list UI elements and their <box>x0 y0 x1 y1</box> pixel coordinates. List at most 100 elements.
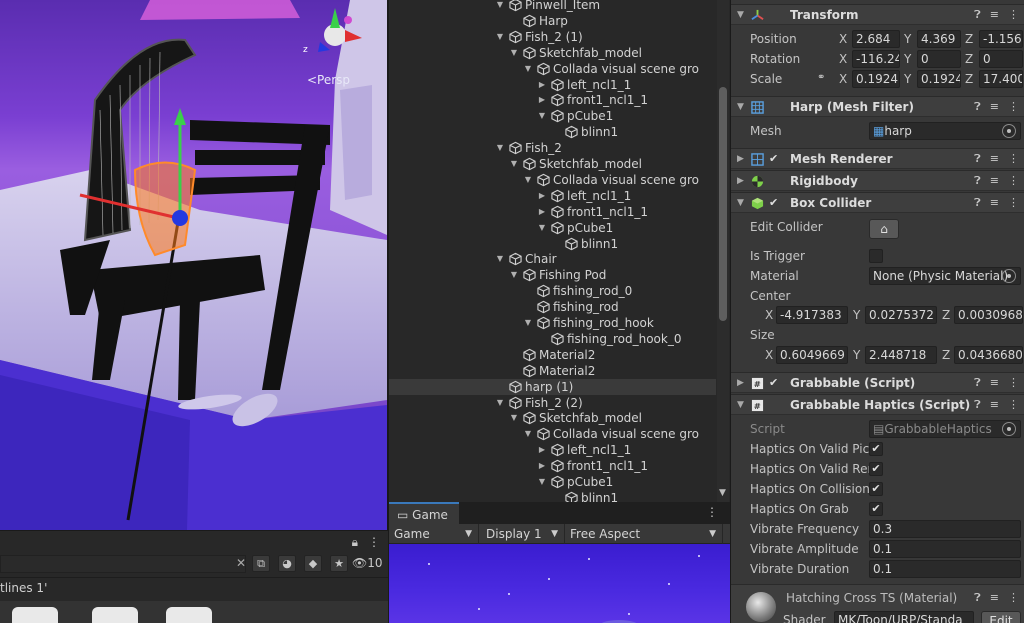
hierarchy-item[interactable]: ▼ Fishing Pod <box>389 267 716 283</box>
position-x-field[interactable]: 2.684 <box>852 30 900 48</box>
hierarchy-item[interactable]: ▼ Fish_2 (2) <box>389 395 716 411</box>
hierarchy-item[interactable]: blinn1 <box>389 490 716 502</box>
center-z-field[interactable]: 0.0030968 <box>954 306 1023 324</box>
mesh-renderer-header[interactable]: ▶ ✔ Mesh Renderer ❓︎ ≡ ⋮ <box>731 148 1024 169</box>
kebab-icon[interactable]: ⋮ <box>706 505 718 519</box>
size-y-field[interactable]: 2.448718 <box>865 346 937 364</box>
enabled-checkbox[interactable]: ✔ <box>769 197 782 210</box>
material-object-field[interactable]: None (Physic Material) <box>869 267 1021 285</box>
hierarchy-item[interactable]: ▼ Fish_2 <box>389 140 716 156</box>
mesh-object-field[interactable]: ▦harp <box>869 122 1021 140</box>
preset-icon[interactable]: ≡ <box>990 591 999 605</box>
expand-open-icon[interactable]: ▼ <box>495 29 505 45</box>
expand-open-icon[interactable]: ▼ <box>523 172 533 188</box>
foldout-icon[interactable]: ▼ <box>737 193 744 213</box>
edit-collider-button[interactable]: ⌂ <box>869 219 899 239</box>
aspect-dropdown[interactable]: Free Aspect ▼ <box>565 524 723 544</box>
preset-icon[interactable]: ≡ <box>990 97 999 117</box>
preset-icon[interactable]: ≡ <box>990 373 999 393</box>
project-search-input[interactable] <box>0 555 246 573</box>
kebab-icon[interactable]: ⋮ <box>1008 97 1019 117</box>
position-y-field[interactable]: 4.369 <box>917 30 961 48</box>
hierarchy-scrollbar-thumb[interactable] <box>719 87 727 321</box>
hierarchy-item[interactable]: blinn1 <box>389 236 716 252</box>
mesh-filter-header[interactable]: ▼ Harp (Mesh Filter) ❓︎ ≡ ⋮ <box>731 96 1024 117</box>
kebab-icon[interactable]: ⋮ <box>1008 5 1019 25</box>
help-icon[interactable]: ❓︎ <box>974 373 981 393</box>
close-icon[interactable]: ✕ <box>236 556 246 570</box>
foldout-icon[interactable]: ▶ <box>737 149 744 169</box>
expand-closed-icon[interactable]: ▶ <box>537 442 547 458</box>
favorite-icon[interactable]: ★ <box>330 555 348 572</box>
preset-icon[interactable]: ≡ <box>990 395 999 415</box>
rotation-y-field[interactable]: 0 <box>917 50 961 68</box>
expand-open-icon[interactable]: ▼ <box>495 251 505 267</box>
preset-icon[interactable]: ≡ <box>990 149 999 169</box>
breadcrumb[interactable]: tlines 1' <box>0 577 388 599</box>
expand-open-icon[interactable]: ▼ <box>537 108 547 124</box>
haptics-grab-checkbox[interactable]: ✔ <box>869 502 883 516</box>
preset-icon[interactable]: ≡ <box>990 193 999 213</box>
hierarchy-item[interactable]: ▼ Collada visual scene gro <box>389 426 716 442</box>
kebab-icon[interactable]: ⋮ <box>1008 591 1019 605</box>
haptics-valid-rem-checkbox[interactable]: ✔ <box>869 462 883 476</box>
kebab-icon[interactable]: ⋮ <box>1008 395 1019 415</box>
expand-closed-icon[interactable]: ▶ <box>537 458 547 474</box>
expand-open-icon[interactable]: ▼ <box>537 474 547 490</box>
lock-icon[interactable]: 🔒︎ <box>352 535 358 550</box>
size-x-field[interactable]: 0.6049669 <box>776 346 848 364</box>
hierarchy-item[interactable]: ▼ pCube1 <box>389 474 716 490</box>
expand-open-icon[interactable]: ▼ <box>523 315 533 331</box>
help-icon[interactable]: ❓︎ <box>974 149 981 169</box>
game-viewport[interactable] <box>389 544 731 623</box>
expand-open-icon[interactable]: ▼ <box>537 220 547 236</box>
rigidbody-header[interactable]: ▶ Rigidbody ❓︎ ≡ ⋮ <box>731 170 1024 191</box>
hierarchy-item[interactable]: ▼ Sketchfab_model <box>389 156 716 172</box>
center-y-field[interactable]: 0.0275372 <box>865 306 937 324</box>
scene-view[interactable]: z <Persp <box>0 0 387 530</box>
enabled-checkbox[interactable]: ✔ <box>769 153 782 166</box>
asset-thumbnail[interactable] <box>92 607 138 623</box>
hierarchy-item[interactable]: ▼ Chair <box>389 251 716 267</box>
vibrate-duration-field[interactable]: 0.1 <box>869 560 1021 578</box>
is-trigger-checkbox[interactable] <box>869 249 883 263</box>
camera-mode-label[interactable]: <Persp <box>307 73 350 87</box>
hierarchy-item[interactable]: ▶ left_ncl1_1 <box>389 188 716 204</box>
hierarchy-item[interactable]: fishing_rod_0 <box>389 283 716 299</box>
transform-header[interactable]: ▼ Transform ❓︎ ≡ ⋮ <box>731 4 1024 25</box>
expand-open-icon[interactable]: ▼ <box>495 140 505 156</box>
help-icon[interactable]: ❓︎ <box>974 591 981 605</box>
asset-thumbnail[interactable] <box>166 607 212 623</box>
hierarchy-item[interactable]: ▼ Collada visual scene gro <box>389 61 716 77</box>
hierarchy-item[interactable]: ▼ pCube1 <box>389 108 716 124</box>
expand-closed-icon[interactable]: ▶ <box>537 188 547 204</box>
hierarchy-item[interactable]: ▶ left_ncl1_1 <box>389 77 716 93</box>
scale-y-field[interactable]: 0.1924 <box>917 70 961 88</box>
hierarchy-item[interactable]: Material2 <box>389 363 716 379</box>
expand-open-icon[interactable]: ▼ <box>509 267 519 283</box>
foldout-icon[interactable]: ▼ <box>737 97 744 117</box>
hierarchy-item[interactable]: fishing_rod <box>389 299 716 315</box>
center-x-field[interactable]: -4.917383 <box>776 306 848 324</box>
game-mode-dropdown[interactable]: Game ▼ <box>389 524 479 544</box>
kebab-icon[interactable]: ⋮ <box>1008 171 1019 191</box>
object-picker-icon[interactable] <box>1002 269 1016 283</box>
expand-closed-icon[interactable]: ▶ <box>537 204 547 220</box>
link-icon[interactable]: ⚭ <box>817 72 825 83</box>
hierarchy-item[interactable]: ▶ front1_ncl1_1 <box>389 204 716 220</box>
expand-closed-icon[interactable]: ▶ <box>537 92 547 108</box>
hierarchy-item[interactable]: ▼ fishing_rod_hook <box>389 315 716 331</box>
haptics-valid-pick-checkbox[interactable]: ✔ <box>869 442 883 456</box>
hierarchy-item[interactable]: harp (1) <box>389 378 716 395</box>
hierarchy-item[interactable]: Material2 <box>389 347 716 363</box>
expand-open-icon[interactable]: ▼ <box>495 395 505 411</box>
grabbable-haptics-header[interactable]: ▼ # Grabbable Haptics (Script) ❓︎ ≡ ⋮ <box>731 394 1024 415</box>
hierarchy-item[interactable]: ▶ front1_ncl1_1 <box>389 92 716 108</box>
hierarchy-item[interactable]: ▼ Pinwell_Item <box>389 0 716 13</box>
foldout-icon[interactable]: ▼ <box>737 5 744 25</box>
hierarchy-item[interactable]: ▼ Fish_2 (1) <box>389 29 716 45</box>
foldout-icon[interactable]: ▼ <box>737 395 744 415</box>
display-dropdown[interactable]: Display 1 ▼ <box>481 524 565 544</box>
label-filter-icon[interactable]: ◆ <box>304 555 322 572</box>
help-icon[interactable]: ❓︎ <box>974 171 981 191</box>
